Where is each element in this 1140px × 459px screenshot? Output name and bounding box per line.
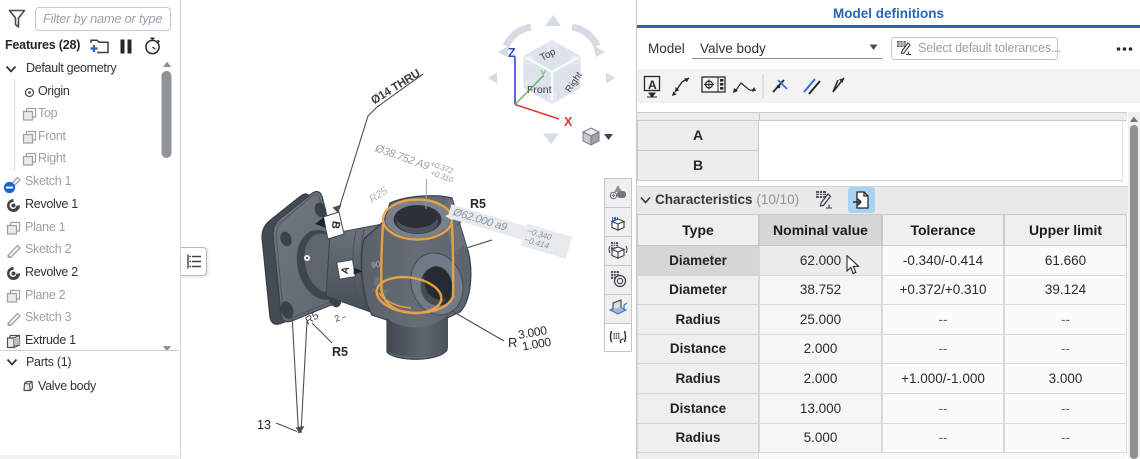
svg-text:2: 2 bbox=[333, 313, 341, 324]
svg-text:R5: R5 bbox=[332, 345, 348, 359]
svg-text:X: X bbox=[564, 115, 573, 129]
svg-text:Z: Z bbox=[508, 46, 516, 60]
svg-text:13: 13 bbox=[257, 418, 271, 432]
svg-text:Front: Front bbox=[527, 84, 552, 96]
svg-text:R: R bbox=[508, 335, 517, 350]
svg-text:A: A bbox=[648, 78, 657, 92]
svg-text:Y: Y bbox=[540, 69, 547, 80]
svg-text:R5: R5 bbox=[470, 197, 486, 211]
svg-text:Ø38.752 A9: Ø38.752 A9 bbox=[373, 142, 431, 172]
svg-text:R25: R25 bbox=[367, 185, 390, 206]
svg-text:Ø14 THRU: Ø14 THRU bbox=[369, 68, 422, 107]
